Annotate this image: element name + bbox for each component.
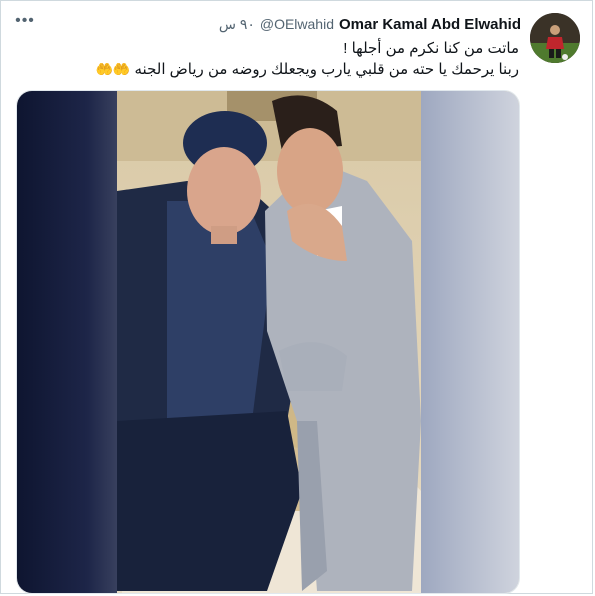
author-name[interactable]: Omar Kamal Abd Elwahid <box>339 16 521 33</box>
tweet-header: Omar Kamal Abd Elwahid @OElwahid ٩٠ س <box>219 14 521 34</box>
tweet-timestamp[interactable]: ٩٠ س <box>219 16 255 33</box>
tweet-text-line: ربنا يرحمك يا حته من قلبي يارب ويجعلك رو… <box>79 59 519 80</box>
praying-hands-icon: 🤲🤲 <box>95 61 131 77</box>
tweet-text-line-content: ربنا يرحمك يا حته من قلبي يارب ويجعلك رو… <box>134 61 520 78</box>
more-options-icon[interactable]: ••• <box>14 12 36 30</box>
tweet-text-line: ماتت من كنا نكرم من أجلها ! <box>343 40 519 57</box>
tweet-photo[interactable] <box>16 90 520 594</box>
author-handle[interactable]: @OElwahid <box>260 16 334 32</box>
tweet-text: ماتت من كنا نكرم من أجلها ! ربنا يرحمك ي… <box>79 38 519 80</box>
avatar[interactable] <box>530 13 580 63</box>
